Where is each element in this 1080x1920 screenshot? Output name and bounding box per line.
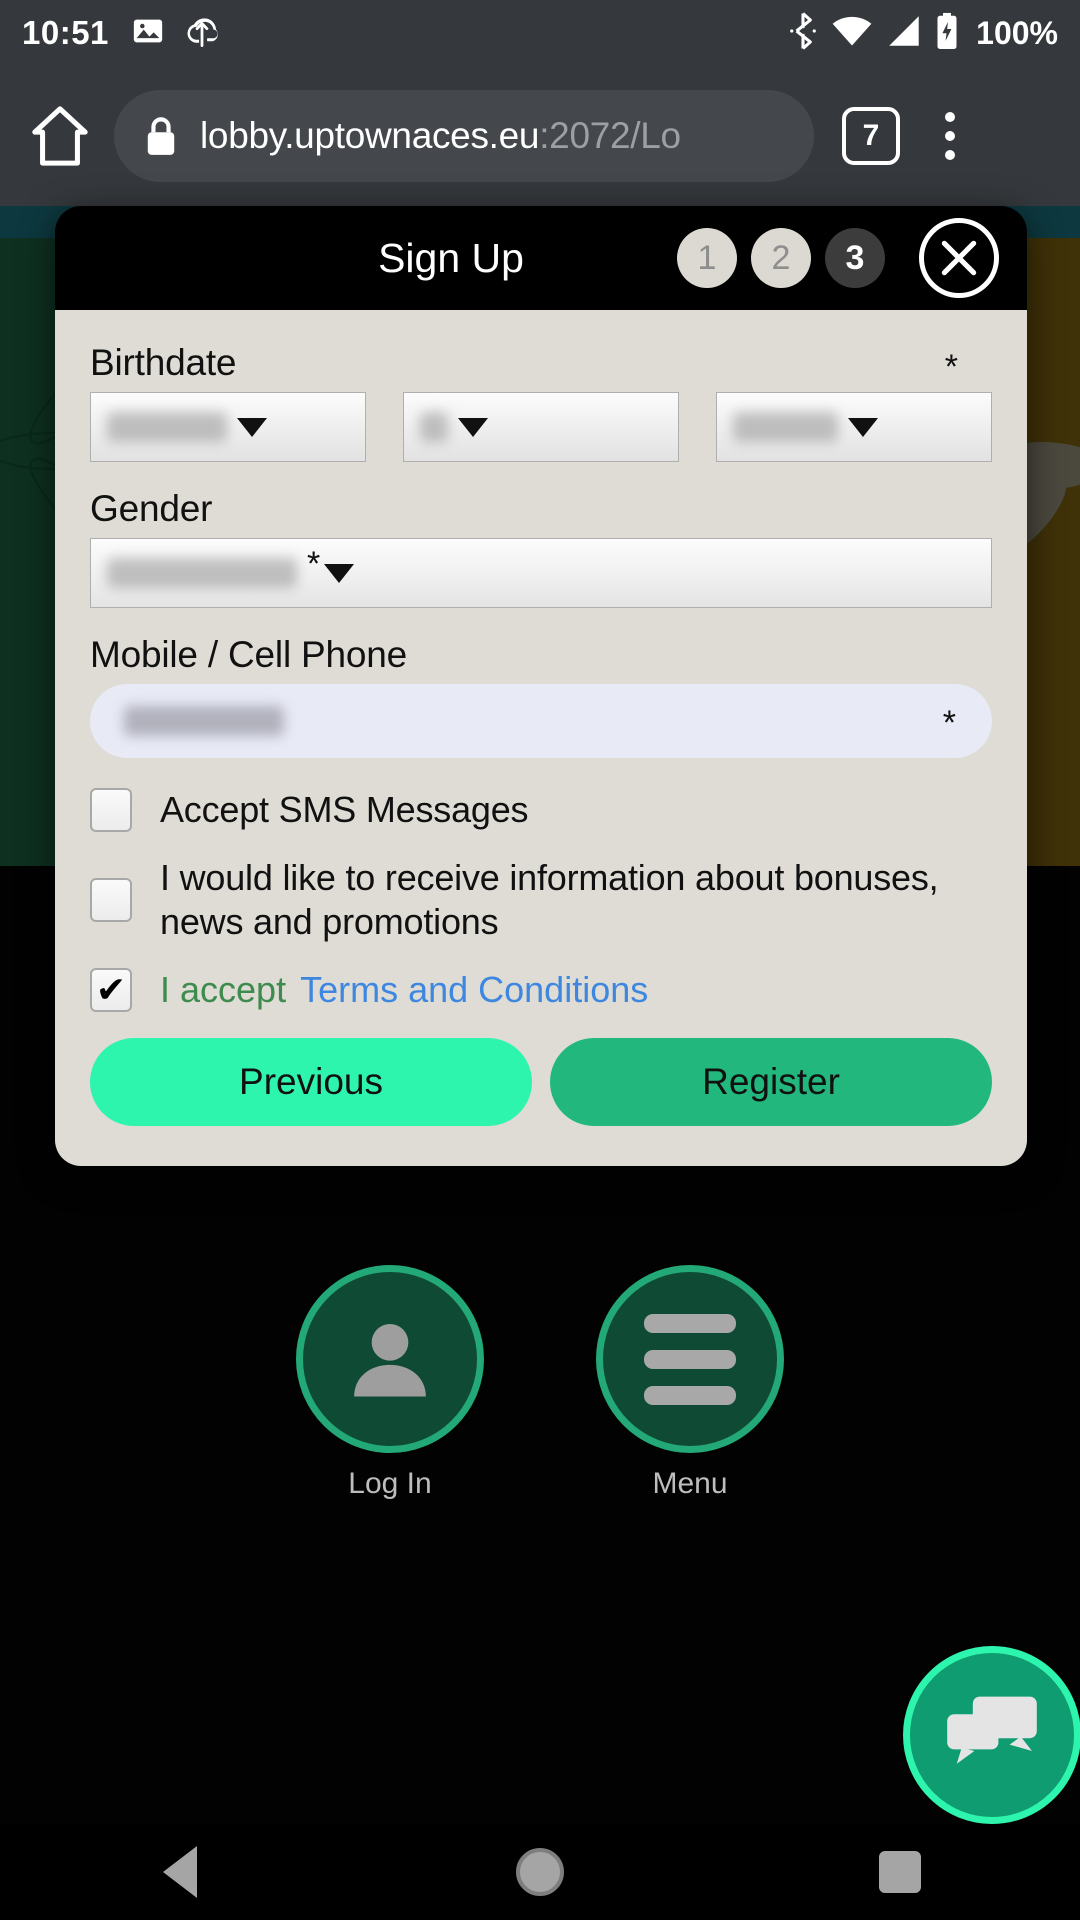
login-action[interactable]: Log In xyxy=(296,1265,484,1501)
phone-label: Mobile / Cell Phone xyxy=(90,634,408,675)
person-icon xyxy=(354,1324,426,1397)
nav-back-button[interactable] xyxy=(120,1824,240,1920)
status-bar-notification-icons xyxy=(131,14,221,53)
wifi-icon xyxy=(831,14,873,53)
marketing-optin-checkbox[interactable] xyxy=(90,877,132,922)
signup-modal: Sign Up 1 2 3 Birthdate * Gender * Mobil… xyxy=(55,206,1027,1166)
step-3[interactable]: 3 xyxy=(825,228,885,288)
browser-toolbar: lobby.uptownaces.eu:2072/Lo 7 xyxy=(0,66,1080,206)
nav-recents-button[interactable] xyxy=(840,1824,960,1920)
accept-sms-label: Accept SMS Messages xyxy=(160,789,529,831)
gender-value xyxy=(107,558,297,588)
modal-header: Sign Up 1 2 3 xyxy=(55,206,1027,310)
login-label: Log In xyxy=(348,1467,432,1500)
url-path: :2072/Lo xyxy=(539,115,681,156)
gender-select[interactable]: * xyxy=(90,538,992,608)
cellular-signal-icon xyxy=(886,14,922,53)
hamburger-line xyxy=(644,1349,736,1369)
battery-charging-icon xyxy=(935,12,959,55)
home-icon[interactable] xyxy=(24,100,96,172)
circle-home-icon xyxy=(516,1848,564,1896)
nav-home-button[interactable] xyxy=(480,1824,600,1920)
close-icon[interactable] xyxy=(919,218,999,298)
marketing-optin-label: I would like to receive information abou… xyxy=(160,857,939,942)
chevron-down-icon xyxy=(458,417,488,437)
phone-required-mark: * xyxy=(942,704,956,742)
accept-sms-checkbox[interactable] xyxy=(90,788,132,832)
kebab-dot xyxy=(945,150,955,160)
menu-action[interactable]: Menu xyxy=(596,1265,784,1501)
menu-button[interactable] xyxy=(596,1265,784,1453)
step-2[interactable]: 2 xyxy=(751,228,811,288)
birthdate-selects xyxy=(90,392,992,462)
accept-terms-label: I accept xyxy=(160,968,287,1010)
status-bar-system-icons: 100% xyxy=(788,11,1058,55)
register-button[interactable]: Register xyxy=(550,1037,992,1126)
square-recents-icon xyxy=(879,1851,921,1893)
accept-sms-row[interactable]: Accept SMS Messages xyxy=(90,788,992,832)
android-navigation-bar xyxy=(0,1824,1080,1920)
chevron-down-icon xyxy=(324,563,355,583)
hamburger-line xyxy=(644,1313,736,1333)
phone-input[interactable]: * xyxy=(90,684,992,758)
chat-fab[interactable] xyxy=(903,1646,1080,1824)
modal-body: Birthdate * Gender * Mobile / Cell Phone… xyxy=(55,310,1027,1166)
kebab-menu-icon[interactable] xyxy=(918,100,982,172)
terms-and-conditions-link[interactable]: Terms and Conditions xyxy=(300,969,648,1011)
step-indicator: 1 2 3 xyxy=(677,218,999,298)
battery-percent-label: 100% xyxy=(976,14,1058,51)
address-bar-url: lobby.uptownaces.eu:2072/Lo xyxy=(200,115,681,157)
hamburger-icon xyxy=(644,1313,736,1405)
gender-label: Gender xyxy=(90,488,213,529)
modal-button-row: Previous Register xyxy=(90,1037,992,1126)
chevron-down-icon xyxy=(848,417,878,437)
birthdate-label-row: Birthdate * xyxy=(90,342,992,392)
marketing-optin-row[interactable]: I would like to receive information abou… xyxy=(90,856,992,944)
birthdate-label: Birthdate xyxy=(90,342,237,383)
birth-year-value xyxy=(733,412,838,442)
phone-value xyxy=(124,706,284,736)
tab-switcher-button[interactable]: 7 xyxy=(842,107,900,165)
triangle-back-icon xyxy=(163,1846,197,1898)
birth-year-select[interactable] xyxy=(716,392,992,462)
address-bar[interactable]: lobby.uptownaces.eu:2072/Lo xyxy=(114,90,814,182)
bottom-action-bar: Log In Menu xyxy=(0,1265,1080,1501)
chevron-down-icon xyxy=(237,417,267,437)
birth-day-select[interactable] xyxy=(90,392,366,462)
birth-day-value xyxy=(107,412,227,442)
accept-terms-checkbox[interactable] xyxy=(90,967,132,1012)
url-host: lobby.uptownaces.eu xyxy=(200,115,540,156)
birth-month-select[interactable] xyxy=(403,392,679,462)
status-bar: 10:51 100% xyxy=(0,0,1080,66)
gender-required-mark: * xyxy=(307,544,321,583)
birth-month-value xyxy=(420,412,448,442)
bluetooth-icon xyxy=(788,11,818,55)
login-button[interactable] xyxy=(296,1265,484,1453)
menu-label: Menu xyxy=(652,1467,728,1500)
kebab-dot xyxy=(945,112,955,122)
cloud-upload-icon xyxy=(183,14,221,53)
step-1[interactable]: 1 xyxy=(677,228,737,288)
accept-terms-row[interactable]: I accept Terms and Conditions xyxy=(90,967,992,1012)
birthdate-required-mark: * xyxy=(944,348,958,386)
image-icon xyxy=(131,14,165,53)
chat-bubbles-icon xyxy=(947,1696,1037,1764)
previous-button[interactable]: Previous xyxy=(90,1037,532,1126)
status-bar-clock: 10:51 xyxy=(22,14,109,51)
lock-icon xyxy=(144,115,178,157)
kebab-dot xyxy=(945,131,955,141)
hamburger-line xyxy=(644,1385,736,1405)
